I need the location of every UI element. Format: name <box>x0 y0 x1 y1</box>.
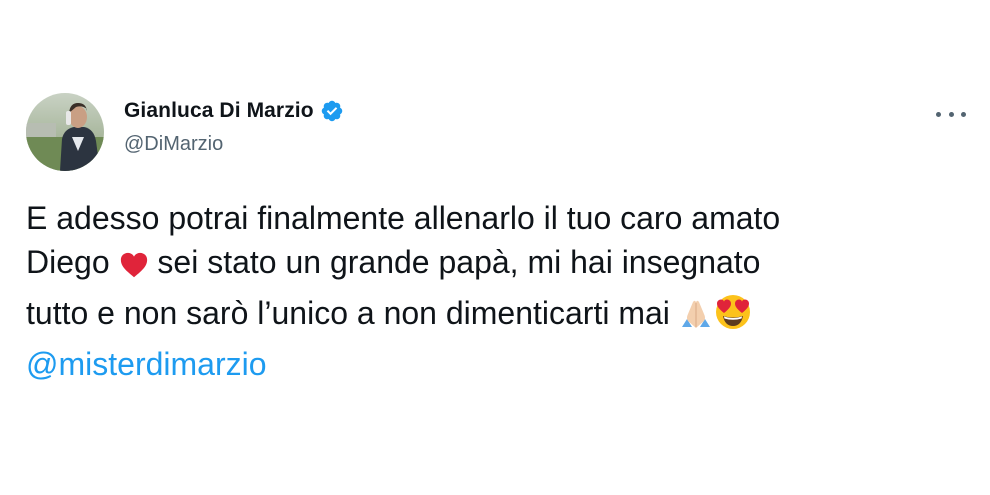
more-dot-icon <box>961 111 966 117</box>
more-dot-icon <box>936 111 941 117</box>
avatar[interactable] <box>26 93 104 171</box>
red-heart-icon <box>119 247 149 291</box>
more-dot-icon <box>948 111 954 117</box>
author-name-row: Gianluca Di Marzio <box>124 99 344 123</box>
tweet-text-segment: tutto e non sarò l’unico a non dimentica… <box>26 295 670 331</box>
tweet-text-segment: sei stato un grande papà, mi hai insegna… <box>148 244 761 280</box>
tweet-card: Gianluca Di Marzio @DiMarzio E adesso po… <box>0 0 990 495</box>
mention-link[interactable]: @misterdimarzio <box>26 342 956 386</box>
display-name[interactable]: Gianluca Di Marzio <box>124 99 314 123</box>
more-options-button[interactable] <box>936 104 966 124</box>
folded-hands-icon <box>679 297 713 342</box>
tweet-text-segment: Diego <box>26 244 110 280</box>
verified-badge-icon <box>320 99 344 123</box>
tweet-text-line: Diego sei stato un grande papà, mi hai i… <box>26 240 956 291</box>
heart-eyes-face-icon <box>713 291 753 342</box>
user-handle[interactable]: @DiMarzio <box>124 133 223 156</box>
tweet-text-line: tutto e non sarò l’unico a non dimentica… <box>26 291 956 342</box>
tweet-text: E adesso potrai finalmente allenarlo il … <box>26 196 956 386</box>
tweet-text-line: E adesso potrai finalmente allenarlo il … <box>26 200 781 236</box>
